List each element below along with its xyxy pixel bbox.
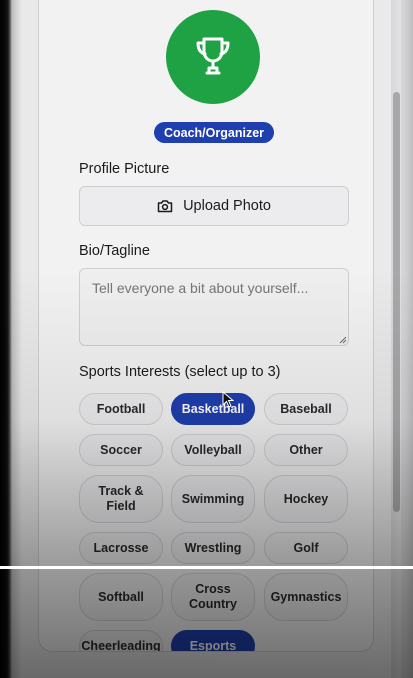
divider-line (0, 566, 413, 569)
role-badge: Coach/Organizer (154, 122, 274, 143)
upload-photo-button[interactable]: Upload Photo (79, 186, 349, 226)
sport-chip-wrestling[interactable]: Wrestling (171, 532, 255, 564)
sport-chip-baseball[interactable]: Baseball (264, 393, 348, 425)
sport-chip-gymnastics[interactable]: Gymnastics (264, 573, 348, 621)
sport-chip-track-and-field[interactable]: Track & Field (79, 475, 163, 523)
sport-chip-esports[interactable]: Esports (171, 630, 255, 651)
trophy-icon (196, 37, 230, 75)
sport-chip-swimming[interactable]: Swimming (171, 475, 255, 523)
upload-photo-label: Upload Photo (183, 198, 271, 214)
sport-chip-football[interactable]: Football (79, 393, 163, 425)
sport-chip-basketball[interactable]: Basketball (171, 393, 255, 425)
sport-chip-golf[interactable]: Golf (264, 532, 348, 564)
sport-chip-cheerleading[interactable]: Cheerleading (79, 630, 163, 651)
sport-chip-hockey[interactable]: Hockey (264, 475, 348, 523)
mouse-cursor-icon (222, 391, 234, 408)
profile-card: Coach/Organizer Profile Picture Upload P… (38, 0, 374, 652)
profile-picture-label: Profile Picture (79, 161, 170, 177)
sport-chip-soccer[interactable]: Soccer (79, 434, 163, 466)
avatar[interactable] (166, 10, 260, 104)
sport-chip-cross-country[interactable]: Cross Country (171, 573, 255, 621)
sports-interests-label: Sports Interests (select up to 3) (79, 364, 281, 380)
sport-chip-softball[interactable]: Softball (79, 573, 163, 621)
camera-icon (157, 200, 173, 213)
sport-chip-lacrosse[interactable]: Lacrosse (79, 532, 163, 564)
sport-chip-other[interactable]: Other (264, 434, 348, 466)
bio-label: Bio/Tagline (79, 243, 150, 259)
bio-textarea[interactable] (79, 268, 349, 346)
sport-chip-volleyball[interactable]: Volleyball (171, 434, 255, 466)
resize-grip-icon[interactable] (339, 336, 347, 344)
scrollbar-thumb[interactable] (393, 92, 400, 512)
